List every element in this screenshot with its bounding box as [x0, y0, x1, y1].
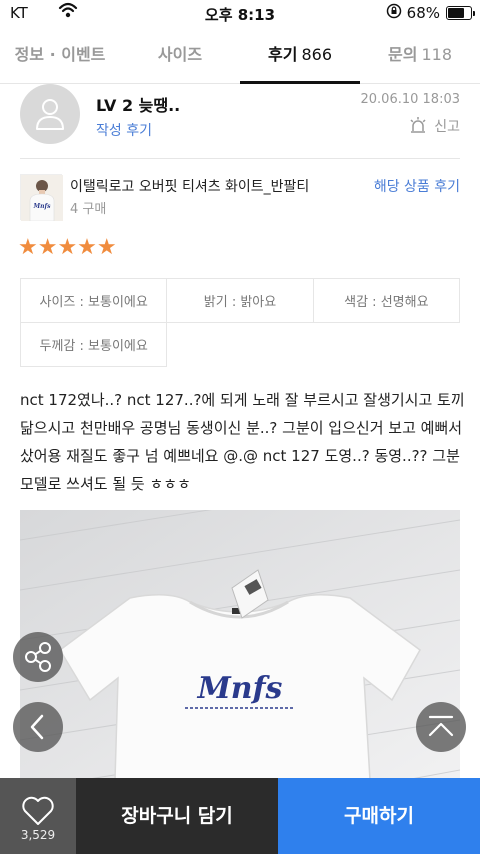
back-button[interactable] — [13, 702, 63, 752]
attr-size: 사이즈 : 보통이에요 — [19, 278, 168, 323]
user-level: LV 2 늦땡.. — [96, 96, 181, 115]
report-button[interactable]: 신고 — [408, 116, 460, 136]
tab-count: 118 — [421, 45, 452, 64]
product-tabs: 정보 · 이벤트 사이즈 후기 866 문의 118 — [0, 28, 480, 84]
tab-label: 사이즈 — [157, 45, 203, 64]
review-header: LV 2 늦땡.. 작성 후기 20.06.10 18:03 신고 — [20, 84, 460, 148]
report-label: 신고 — [434, 119, 460, 135]
review-body: nct 172였나..? nct 127..?에 되게 노래 잘 부르시고 잘생… — [20, 391, 465, 493]
tab-qna[interactable]: 문의 118 — [360, 28, 480, 83]
tab-reviews[interactable]: 후기 866 — [240, 28, 360, 84]
add-to-cart-button[interactable]: 장바구니 담기 — [76, 778, 278, 854]
rotation-lock-icon — [386, 3, 402, 19]
tab-info-events[interactable]: 정보 · 이벤트 — [0, 28, 120, 83]
bottom-action-bar: 3,529 장바구니 담기 구매하기 — [0, 778, 480, 854]
author-reviews-link[interactable]: 작성 후기 — [96, 120, 152, 140]
user-icon — [36, 99, 64, 130]
battery-percent: 68% — [406, 4, 440, 22]
attr-color: 색감 : 선명해요 — [312, 278, 461, 323]
shirt-logo: Mnfs — [197, 671, 283, 706]
status-bar: KT 오후 8:13 68% — [0, 0, 480, 28]
product-reviews-link[interactable]: 해당 상품 후기 — [374, 176, 460, 196]
chevron-left-icon — [30, 714, 44, 740]
scroll-top-icon — [428, 715, 454, 737]
tab-label: 문의 — [388, 45, 418, 64]
like-count: 3,529 — [20, 828, 56, 842]
like-button[interactable]: 3,529 — [0, 778, 76, 854]
product-name[interactable]: 이탤릭로고 오버핏 티셔츠 화이트_반팔티 — [70, 176, 309, 196]
star-rating: ★★★★★ — [18, 236, 117, 260]
tab-label: 정보 · 이벤트 — [14, 45, 106, 64]
share-icon — [25, 642, 51, 672]
avatar[interactable] — [20, 84, 80, 144]
review-attributes: 사이즈 : 보통이에요 밝기 : 밝아요 색감 : 선명해요 두께감 : 보통이… — [19, 278, 461, 367]
attr-thickness: 두께감 : 보통이에요 — [19, 322, 168, 367]
empty-cell — [313, 323, 459, 367]
thumb-logo: Mnfs — [33, 203, 52, 210]
reviewed-product: Mnfs 이탤릭로고 오버핏 티셔츠 화이트_반팔티 4 구매 해당 상품 후기 — [20, 174, 460, 222]
tab-size[interactable]: 사이즈 — [120, 28, 240, 83]
review-date: 20.06.10 18:03 — [360, 92, 461, 107]
siren-icon — [410, 117, 426, 133]
attr-brightness: 밝기 : 밝아요 — [166, 278, 314, 323]
empty-cell — [167, 323, 313, 367]
review-photo[interactable]: Mnfs — [20, 510, 460, 780]
battery-icon — [446, 6, 475, 20]
divider — [20, 158, 460, 159]
scroll-to-top-button[interactable] — [416, 702, 466, 752]
buy-now-button[interactable]: 구매하기 — [278, 778, 480, 854]
share-button[interactable] — [13, 632, 63, 682]
star-rating-text: ★★★★★ — [18, 235, 117, 260]
tab-label: 후기 — [268, 45, 298, 64]
tab-count: 866 — [301, 45, 332, 64]
purchase-count: 4 구매 — [70, 202, 107, 217]
product-thumbnail[interactable]: Mnfs — [20, 174, 63, 222]
